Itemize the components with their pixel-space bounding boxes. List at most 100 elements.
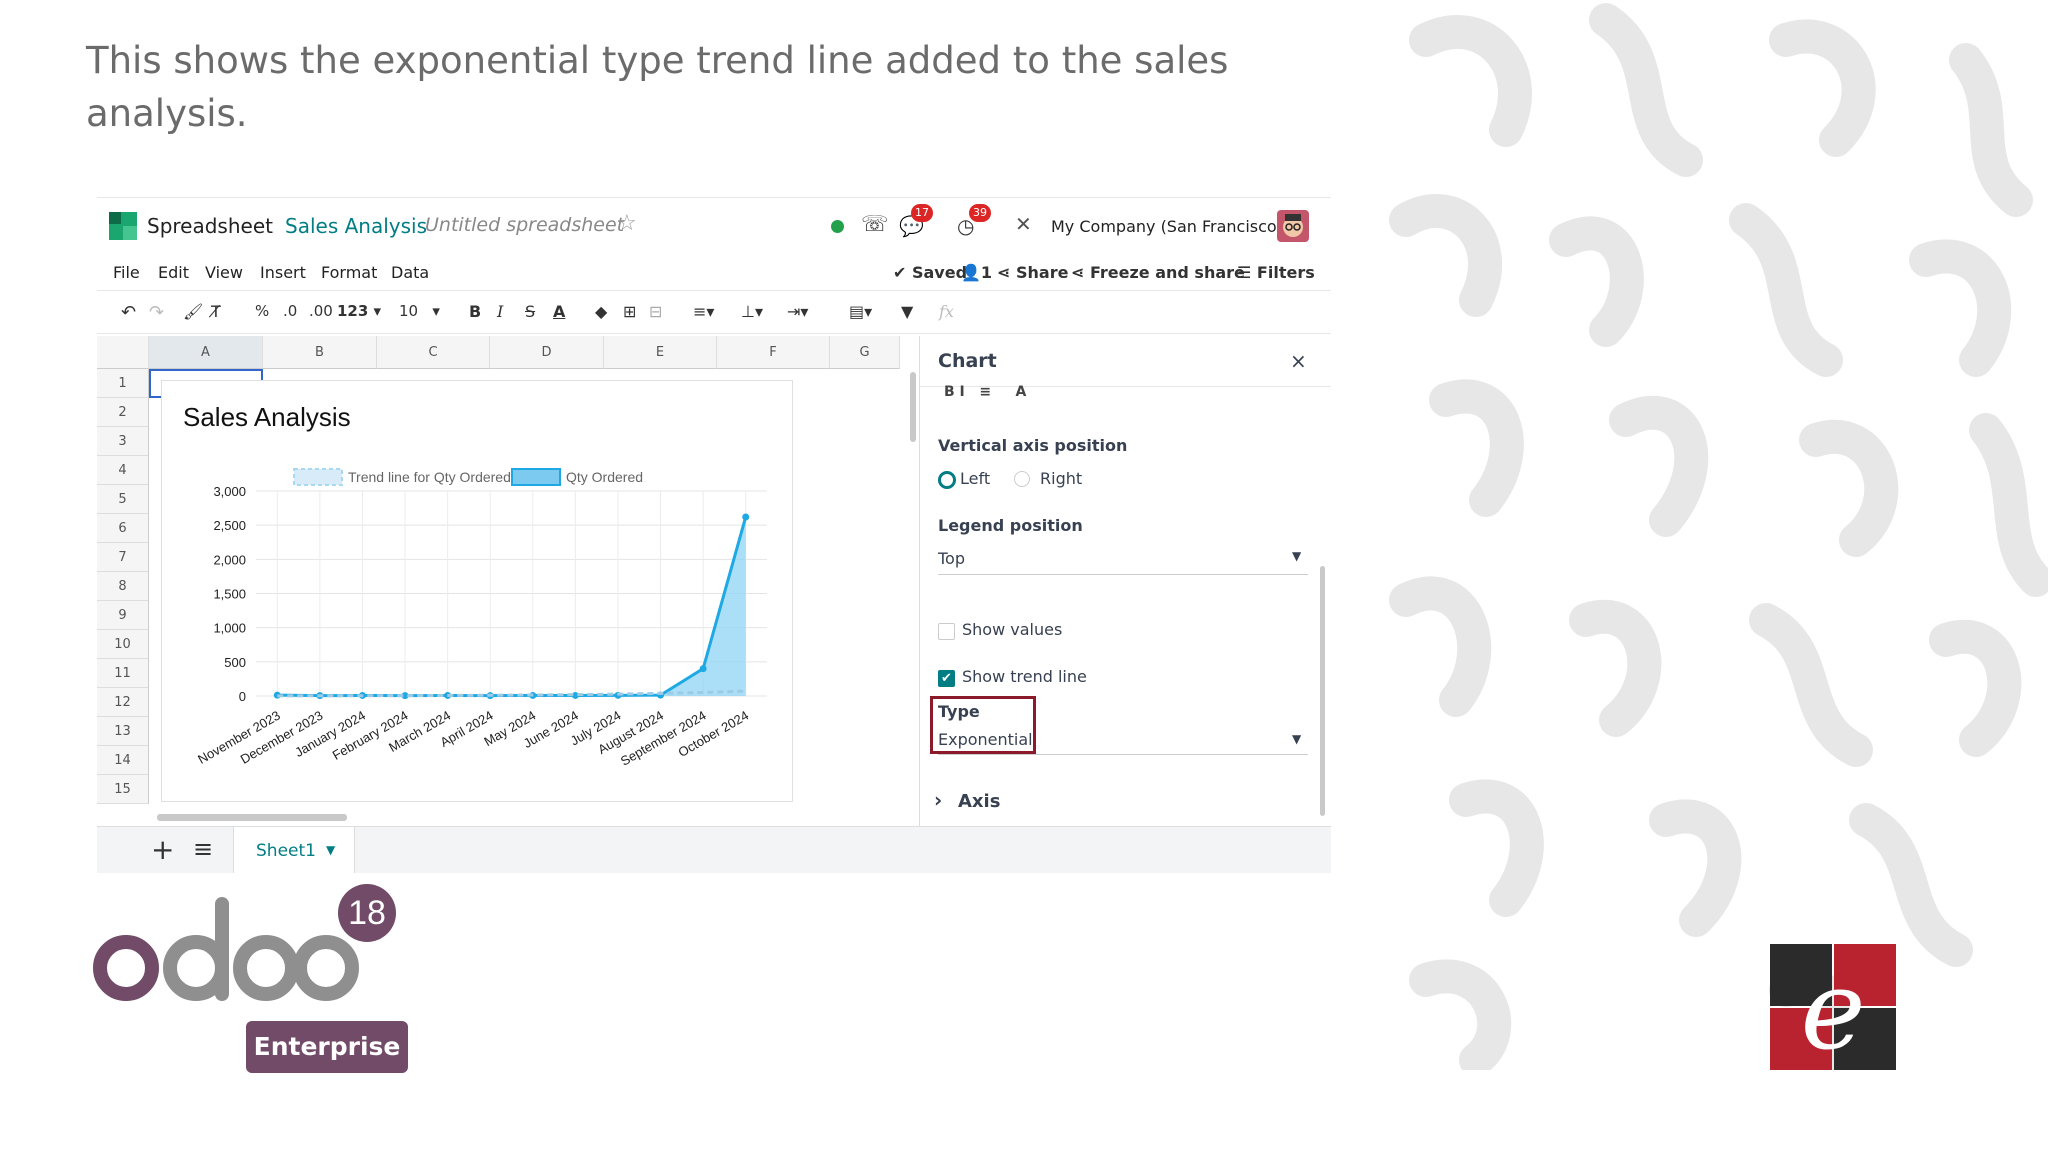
decrease-decimal-button[interactable]: .0	[283, 302, 297, 320]
company-switcher[interactable]: My Company (San Francisco)	[1051, 217, 1283, 236]
undo-icon[interactable]: ↶	[121, 302, 136, 323]
phone-icon[interactable]: ☏	[861, 212, 889, 237]
y-tick-label: 1,000	[213, 621, 246, 636]
merge-cells-icon[interactable]: ⊟	[649, 302, 662, 321]
tools-icon[interactable]: ✕	[1015, 212, 1032, 236]
show-trend-line-label: Show trend line	[962, 667, 1087, 686]
vertical-align-dropdown[interactable]: ⊥▾	[741, 302, 763, 321]
share-button[interactable]: ⋖ Share	[997, 263, 1068, 282]
horizontal-scrollbar[interactable]	[157, 814, 347, 821]
corner-cell[interactable]	[97, 336, 149, 369]
row-header[interactable]: 9	[97, 601, 149, 630]
users-indicator[interactable]: 👤1	[961, 263, 992, 282]
row-header[interactable]: 3	[97, 427, 149, 456]
breadcrumb-sales-analysis[interactable]: Sales Analysis	[285, 214, 427, 238]
row-header[interactable]: 11	[97, 659, 149, 688]
filter-icon[interactable]: ▼	[901, 302, 913, 321]
menu-file[interactable]: File	[113, 263, 140, 282]
text-color-button[interactable]: A	[553, 302, 565, 321]
menu-format[interactable]: Format	[321, 263, 377, 282]
increase-decimal-button[interactable]: .00	[309, 302, 333, 320]
panel-title: Chart	[938, 350, 997, 372]
panel-scrollbar[interactable]	[1320, 566, 1325, 816]
presence-status-icon	[831, 220, 844, 233]
row-header[interactable]: 7	[97, 543, 149, 572]
row-header[interactable]: 13	[97, 717, 149, 746]
activities-icon[interactable]: ◷ 39	[957, 204, 991, 238]
enterprise-badge: Enterprise	[246, 1021, 408, 1073]
trend-type-select[interactable]: Exponential ▼	[938, 728, 1308, 755]
user-avatar[interactable]	[1277, 210, 1309, 242]
column-header-b[interactable]: B	[263, 336, 377, 369]
filter-list-icon: ☰	[1237, 263, 1252, 282]
vertical-scrollbar[interactable]	[910, 372, 916, 442]
menu-data[interactable]: Data	[391, 263, 429, 282]
column-header-e[interactable]: E	[604, 336, 717, 369]
chevron-down-icon[interactable]: ▼	[326, 843, 335, 857]
row-header[interactable]: 15	[97, 775, 149, 804]
row-header[interactable]: 12	[97, 688, 149, 717]
show-trend-line-checkbox[interactable]: ✔	[938, 670, 955, 687]
chart-figure[interactable]: Sales Analysis Trend line for Qty Ordere…	[161, 380, 793, 802]
row-header[interactable]: 5	[97, 485, 149, 514]
filters-button[interactable]: ☰ Filters	[1237, 263, 1315, 282]
clear-format-icon[interactable]: T̸	[211, 302, 221, 321]
row-header[interactable]: 2	[97, 398, 149, 427]
italic-button[interactable]: I	[497, 302, 503, 321]
cut-off-format-icons: B I ≡ A	[944, 384, 1027, 400]
axis-section-toggle[interactable]: Axis	[958, 791, 1000, 812]
column-header-g[interactable]: G	[830, 336, 900, 369]
activities-badge: 39	[969, 204, 991, 222]
legend-position-select[interactable]: Top ▼	[938, 546, 1308, 575]
number-format-dropdown[interactable]: 123 ▾	[337, 302, 381, 320]
row-header[interactable]: 14	[97, 746, 149, 775]
add-sheet-icon[interactable]: +	[151, 833, 174, 866]
paint-format-icon[interactable]: 🖌	[183, 302, 203, 321]
column-header-d[interactable]: D	[490, 336, 604, 369]
messages-icon[interactable]: 💬 17	[899, 204, 933, 238]
legend-position-label: Legend position	[938, 516, 1083, 535]
show-values-checkbox[interactable]	[938, 623, 955, 640]
sheet-list-icon[interactable]: ≡	[193, 835, 213, 863]
sheet-grid[interactable]: A B C D E F G 1 2 3 4 5 6 7 8 9 10 11 12 13 14 15 Sale…	[97, 336, 916, 821]
radio-left[interactable]	[938, 471, 956, 489]
column-header-f[interactable]: F	[717, 336, 830, 369]
row-header[interactable]: 6	[97, 514, 149, 543]
chevron-right-icon[interactable]: ›	[934, 788, 942, 812]
borders-icon[interactable]: ⊞	[623, 302, 636, 321]
version-badge: 18	[338, 884, 396, 942]
column-header-c[interactable]: C	[377, 336, 490, 369]
redo-icon[interactable]: ↷	[149, 302, 164, 323]
row-header[interactable]: 4	[97, 456, 149, 485]
document-name[interactable]: Untitled spreadsheet	[425, 214, 624, 236]
fill-color-icon[interactable]: ◆	[595, 302, 607, 321]
horizontal-align-dropdown[interactable]: ≡▾	[693, 302, 714, 321]
formula-bar[interactable]: fx	[939, 302, 954, 321]
sheet-tab[interactable]: Sheet1 ▼	[233, 827, 355, 873]
row-header[interactable]: 8	[97, 572, 149, 601]
app-name[interactable]: Spreadsheet	[147, 214, 273, 238]
menu-view[interactable]: View	[205, 263, 243, 282]
row-header[interactable]: 1	[97, 369, 149, 398]
radio-right[interactable]	[1014, 471, 1030, 487]
close-icon[interactable]: ×	[1290, 349, 1307, 373]
bold-button[interactable]: B	[469, 302, 481, 321]
conditional-format-dropdown[interactable]: ▤▾	[849, 302, 872, 321]
y-tick-label: 2,500	[213, 518, 246, 533]
row-header[interactable]: 10	[97, 630, 149, 659]
column-header-a[interactable]: A	[149, 336, 263, 369]
qty-ordered-point	[699, 665, 707, 673]
text-wrap-dropdown[interactable]: ⇥▾	[787, 302, 808, 321]
menu-edit[interactable]: Edit	[158, 263, 189, 282]
chart-legend: Trend line for Qty Ordered Qty Ordered	[293, 468, 643, 486]
chevron-down-icon: ▼	[1292, 549, 1302, 563]
font-size-dropdown[interactable]: 10 ▾	[399, 302, 440, 320]
spreadsheet-app-icon[interactable]	[109, 212, 137, 240]
odoo-logo: 18 Enterprise	[92, 884, 412, 1084]
percent-format-button[interactable]: %	[255, 302, 269, 320]
partner-logo: e	[1770, 944, 1896, 1070]
menu-insert[interactable]: Insert	[260, 263, 306, 282]
star-icon[interactable]: ☆	[617, 211, 637, 236]
strikethrough-button[interactable]: S	[525, 302, 535, 321]
freeze-and-share-button[interactable]: ⋖ Freeze and share	[1071, 263, 1245, 282]
